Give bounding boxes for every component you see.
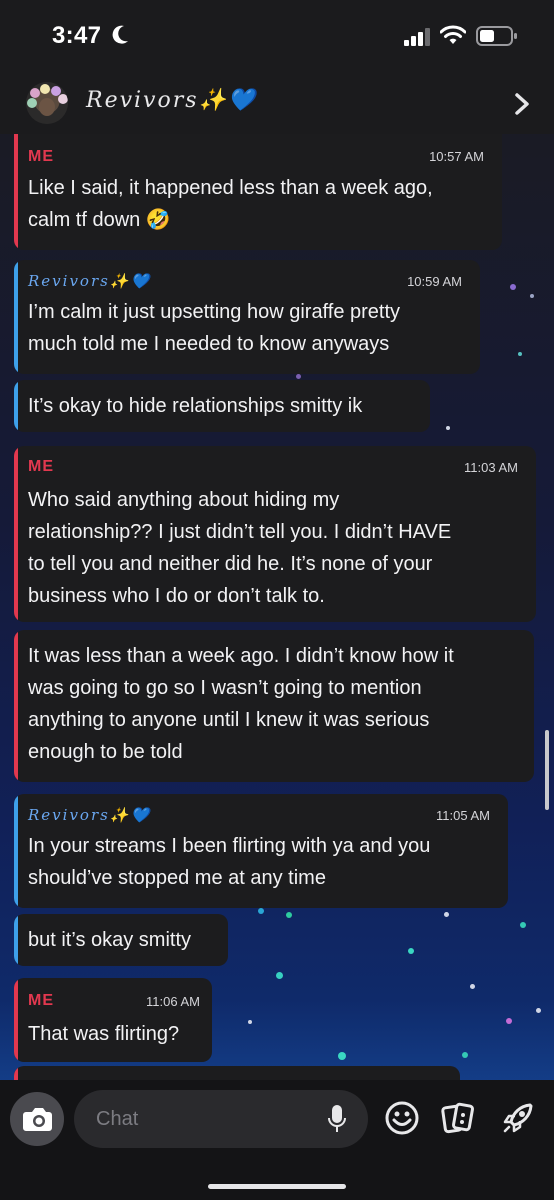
sender-name: ME bbox=[28, 148, 54, 165]
sender-name: ME bbox=[28, 458, 54, 475]
scrollbar[interactable] bbox=[545, 730, 549, 810]
message-text: but it’s okay smitty bbox=[28, 929, 192, 951]
message-timestamp: 11:03 AM bbox=[464, 460, 518, 475]
message-text: Like I said, it happened less than a wee… bbox=[28, 177, 433, 231]
chevron-right-icon[interactable] bbox=[512, 92, 532, 116]
composer-bar bbox=[0, 1080, 554, 1200]
message-bubble[interactable]: It was less than a week ago. I didn’t kn… bbox=[14, 630, 534, 782]
chat-input[interactable] bbox=[74, 1090, 368, 1148]
sticker-cards-icon[interactable] bbox=[440, 1100, 476, 1136]
sender-name: Revivors✨💙 bbox=[28, 272, 152, 290]
wifi-icon bbox=[440, 25, 466, 44]
battery-icon bbox=[476, 26, 517, 46]
message-list[interactable]: ME 10:57 AM Like I said, it happened les… bbox=[0, 134, 554, 1080]
avatar[interactable] bbox=[26, 82, 68, 124]
moon-icon bbox=[112, 25, 128, 44]
status-bar: 3:47 bbox=[0, 0, 554, 72]
message-bubble[interactable]: but it’s okay smitty bbox=[14, 914, 228, 966]
message-bubble[interactable]: Revivors✨💙 11:05 AM In your streams I be… bbox=[14, 794, 508, 908]
message-bubble[interactable] bbox=[14, 1066, 460, 1080]
message-text: It was less than a week ago. I didn’t kn… bbox=[28, 645, 454, 763]
chat-header: Revivors✨💙 bbox=[0, 72, 554, 134]
message-text: Who said anything about hiding my relati… bbox=[28, 489, 452, 607]
message-timestamp: 11:06 AM bbox=[146, 994, 200, 1009]
microphone-icon[interactable] bbox=[328, 1104, 346, 1134]
sender-name: Revivors✨💙 bbox=[28, 806, 152, 824]
home-indicator[interactable] bbox=[208, 1184, 346, 1189]
rocket-icon[interactable] bbox=[500, 1100, 536, 1136]
sender-name: ME bbox=[28, 992, 54, 1009]
message-timestamp: 10:57 AM bbox=[429, 149, 484, 164]
message-bubble[interactable]: Revivors✨💙 10:59 AM I’m calm it just ups… bbox=[14, 260, 480, 374]
message-text: That was flirting? bbox=[28, 1023, 180, 1045]
camera-button[interactable] bbox=[10, 1092, 64, 1146]
message-timestamp: 10:59 AM bbox=[407, 274, 462, 289]
smiley-icon[interactable] bbox=[384, 1100, 420, 1136]
message-bubble[interactable]: ME 11:06 AM That was flirting? bbox=[14, 978, 212, 1062]
chat-title[interactable]: Revivors✨💙 bbox=[86, 88, 257, 113]
message-timestamp: 11:05 AM bbox=[436, 808, 490, 823]
message-text: It’s okay to hide relationships smitty i… bbox=[28, 395, 363, 417]
message-text: In your streams I been flirting with ya … bbox=[28, 835, 431, 889]
signal-icon bbox=[404, 28, 430, 46]
camera-icon bbox=[23, 1108, 52, 1131]
message-bubble[interactable]: ME 11:03 AM Who said anything about hidi… bbox=[14, 446, 536, 622]
message-text: I’m calm it just upsetting how giraffe p… bbox=[28, 301, 401, 355]
message-bubble[interactable]: ME 10:57 AM Like I said, it happened les… bbox=[14, 134, 502, 250]
message-bubble[interactable]: It’s okay to hide relationships smitty i… bbox=[14, 380, 430, 432]
status-time: 3:47 bbox=[52, 22, 102, 49]
